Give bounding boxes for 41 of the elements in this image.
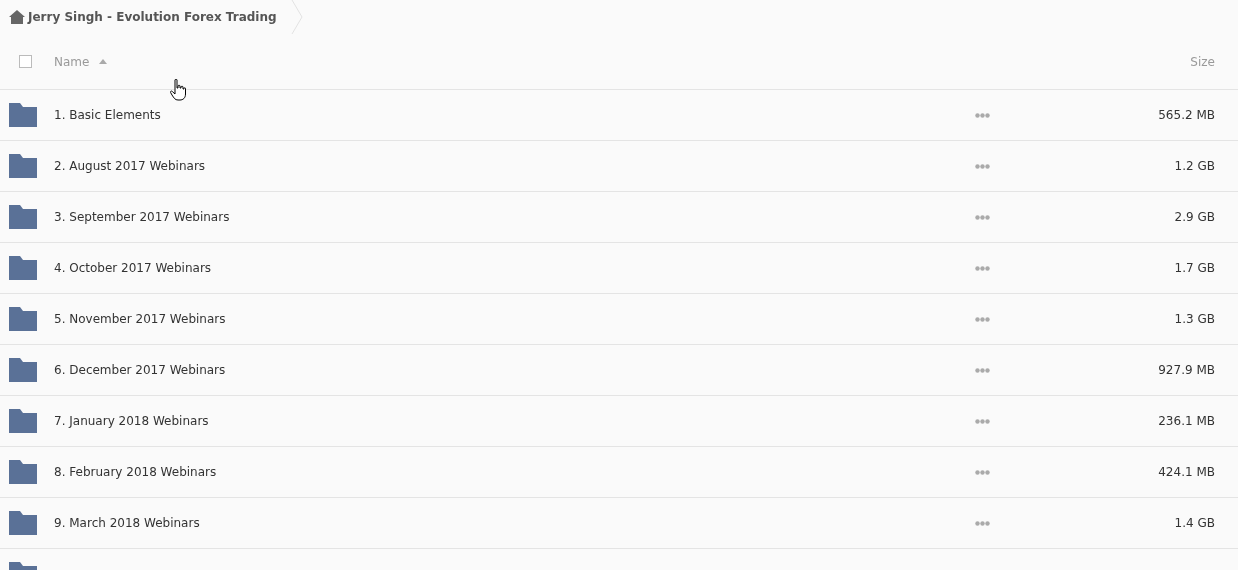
more-options-icon: [975, 112, 990, 118]
folder-name[interactable]: 4. October 2017 Webinars: [54, 261, 212, 275]
folder-icon: [9, 307, 37, 331]
folder-icon: [9, 103, 37, 127]
home-icon: [9, 10, 25, 24]
pointer-cursor-icon: [170, 79, 186, 101]
file-size: 236.1 MB: [1158, 414, 1215, 428]
file-size: 2.9 GB: [1174, 210, 1215, 224]
more-options-icon: [975, 214, 990, 220]
folder-name[interactable]: 8. February 2018 Webinars: [54, 465, 217, 479]
folder-icon: [9, 409, 37, 433]
folder-icon: [9, 205, 37, 229]
file-size: 565.2 MB: [1158, 108, 1215, 122]
file-size: 1.3 GB: [1174, 312, 1215, 326]
more-options-icon: [975, 469, 990, 475]
select-all-checkbox[interactable]: [19, 55, 32, 68]
more-options-icon: [975, 367, 990, 373]
breadcrumb-link[interactable]: Jerry Singh - Evolution Forex Trading: [0, 10, 277, 24]
folder-name[interactable]: 1. Basic Elements: [54, 108, 161, 122]
folder-name[interactable]: 6. December 2017 Webinars: [54, 363, 226, 377]
folder-icon: [9, 511, 37, 535]
folder-icon: [9, 256, 37, 280]
file-size: 1.2 GB: [1174, 159, 1215, 173]
more-options-icon: [975, 520, 990, 526]
folder-icon: [9, 358, 37, 382]
folder-icon: [9, 154, 37, 178]
file-size: 1.4 GB: [1174, 516, 1215, 530]
folder-name[interactable]: 5. November 2017 Webinars: [54, 312, 226, 326]
folder-name[interactable]: 3. September 2017 Webinars: [54, 210, 230, 224]
folder-name[interactable]: 2. August 2017 Webinars: [54, 159, 206, 173]
file-size: 927.9 MB: [1158, 363, 1215, 377]
more-options-icon: [975, 316, 990, 322]
folder-name[interactable]: 9. March 2018 Webinars: [54, 516, 200, 530]
folder-icon: [9, 460, 37, 484]
breadcrumb-separator-icon: [290, 0, 303, 34]
folder-name[interactable]: 7. January 2018 Webinars: [54, 414, 209, 428]
more-options-icon: [975, 163, 990, 169]
more-options-icon: [975, 265, 990, 271]
more-options-icon: [975, 418, 990, 424]
file-size: 424.1 MB: [1158, 465, 1215, 479]
file-size: 1.7 GB: [1174, 261, 1215, 275]
